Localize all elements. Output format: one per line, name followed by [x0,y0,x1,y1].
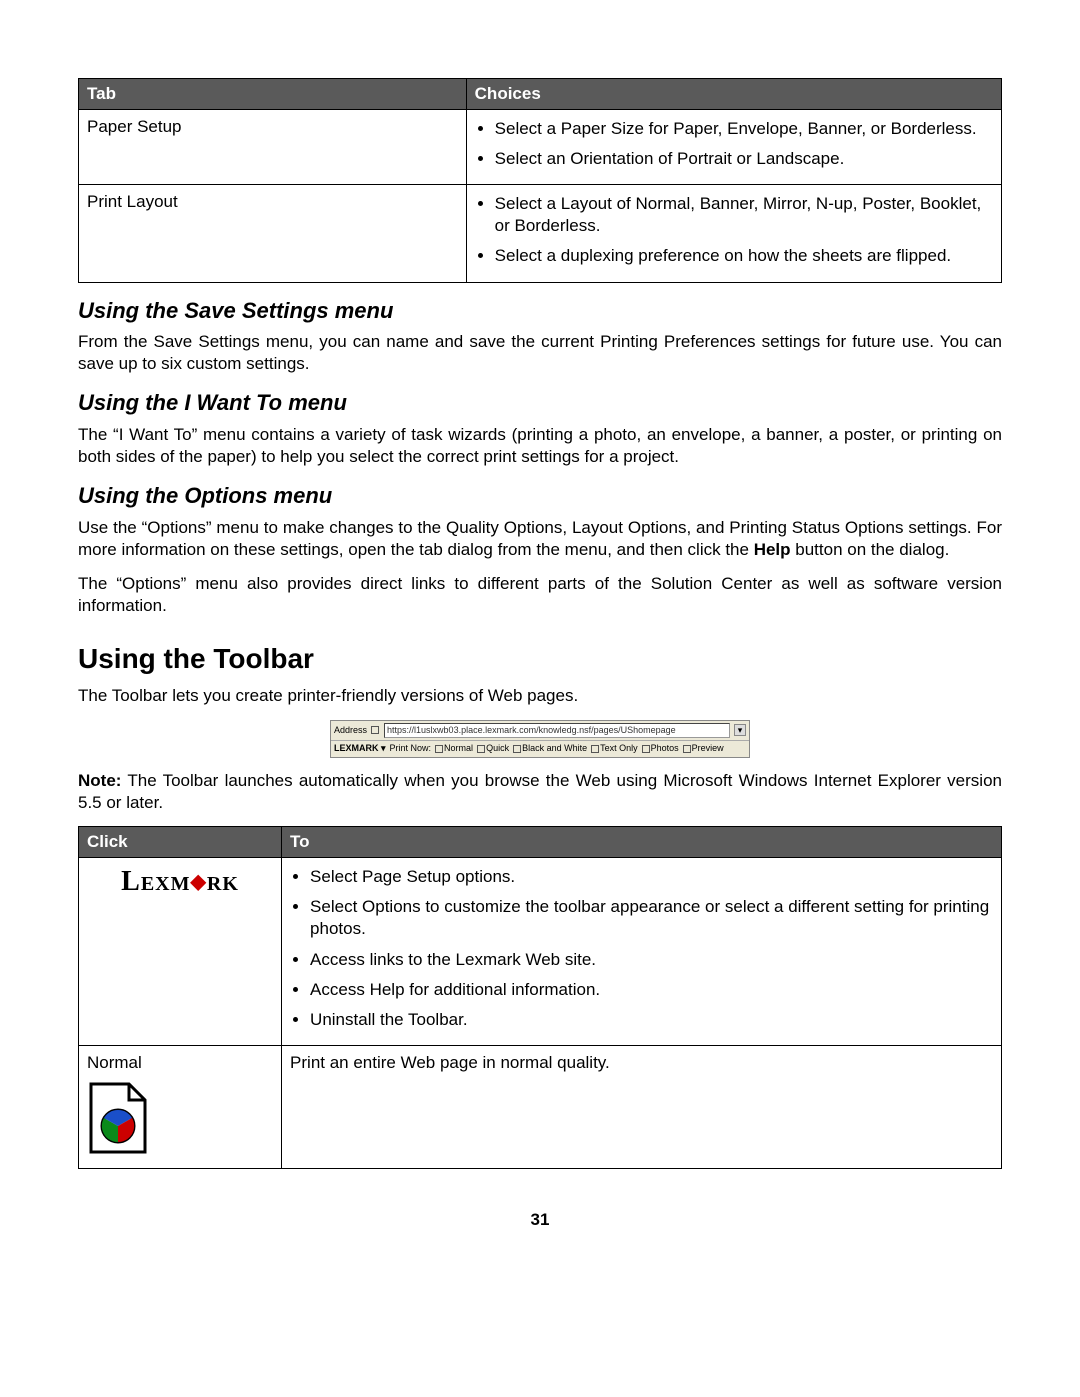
cell-choices: Select a Layout of Normal, Banner, Mirro… [466,185,1001,282]
lexmark-logo: Lexm◆rk [87,864,273,900]
cell-click-normal: Normal [79,1045,282,1168]
cell-choices: Select a Paper Size for Paper, Envelope,… [466,110,1001,185]
to-item: Access links to the Lexmark Web site. [310,949,993,971]
toolbar-note: Note: The Toolbar launches automatically… [78,770,1002,814]
body-options-1-post: button on the dialog. [791,540,950,559]
heading-i-want-to: Using the I Want To menu [78,389,1002,418]
bw-icon [513,745,521,753]
body-toolbar: The Toolbar lets you create printer-frie… [78,685,1002,707]
table-row: Paper Setup Select a Paper Size for Pape… [79,110,1002,185]
note-body: The Toolbar launches automatically when … [78,771,1002,812]
heading-toolbar: Using the Toolbar [78,641,1002,677]
address-url: https://l1uslxwb03.place.lexmark.com/kno… [384,723,730,739]
toolbar-brand: LEXMARK ▾ [334,743,386,755]
preview-icon [683,745,691,753]
photos-icon [642,745,650,753]
heading-save-settings: Using the Save Settings menu [78,297,1002,326]
table-row: Lexm◆rk Select Page Setup options. Selec… [79,858,1002,1046]
th-tab: Tab [79,79,467,110]
choice-item: Select an Orientation of Portrait or Lan… [495,148,993,170]
th-to: To [282,827,1002,858]
heading-options: Using the Options menu [78,482,1002,511]
quick-icon [477,745,485,753]
address-label: Address [334,725,367,737]
table-row: Print Layout Select a Layout of Normal, … [79,185,1002,282]
body-options-1-bold: Help [754,540,791,559]
page-icon [371,726,379,734]
th-click: Click [79,827,282,858]
cell-to: Print an entire Web page in normal quali… [282,1045,1002,1168]
diamond-icon: ◆ [191,869,207,895]
note-label: Note: [78,771,121,790]
cell-to: Select Page Setup options. Select Option… [282,858,1002,1046]
tab-choices-table: Tab Choices Paper Setup Select a Paper S… [78,78,1002,283]
print-now-label: Print Now: [390,743,432,755]
toolbar-figure: Address https://l1uslxwb03.place.lexmark… [330,720,750,758]
to-item: Select Page Setup options. [310,866,993,888]
click-to-table: Click To Lexm◆rk Select Page Setup optio… [78,826,1002,1169]
body-i-want-to: The “I Want To” menu contains a variety … [78,424,1002,468]
toolbar-buttons-row: LEXMARK ▾ Print Now: Normal Quick Black … [331,741,749,757]
choice-item: Select a Paper Size for Paper, Envelope,… [495,118,993,140]
to-item: Access Help for additional information. [310,979,993,1001]
text-only-icon [591,745,599,753]
choice-item: Select a Layout of Normal, Banner, Mirro… [495,193,993,237]
toolbar-item: Normal [435,743,473,755]
toolbar-item: Text Only [591,743,638,755]
normal-label: Normal [87,1052,273,1074]
toolbar-item: Preview [683,743,724,755]
dropdown-icon: ▾ [734,724,746,736]
toolbar-item: Photos [642,743,679,755]
cell-tab: Print Layout [79,185,467,282]
table-row: Normal Print an [79,1045,1002,1168]
toolbar-item: Black and White [513,743,587,755]
toolbar-address-row: Address https://l1uslxwb03.place.lexmark… [331,721,749,742]
page-number: 31 [78,1209,1002,1231]
normal-icon [435,745,443,753]
cell-tab: Paper Setup [79,110,467,185]
normal-document-icon [87,1080,149,1162]
toolbar-item: Quick [477,743,509,755]
to-item: Uninstall the Toolbar. [310,1009,993,1031]
body-save-settings: From the Save Settings menu, you can nam… [78,331,1002,375]
cell-click-lexmark: Lexm◆rk [79,858,282,1046]
body-options-2: The “Options” menu also provides direct … [78,573,1002,617]
th-choices: Choices [466,79,1001,110]
to-item: Select Options to customize the toolbar … [310,896,993,940]
body-options-1: Use the “Options” menu to make changes t… [78,517,1002,561]
choice-item: Select a duplexing preference on how the… [495,245,993,267]
